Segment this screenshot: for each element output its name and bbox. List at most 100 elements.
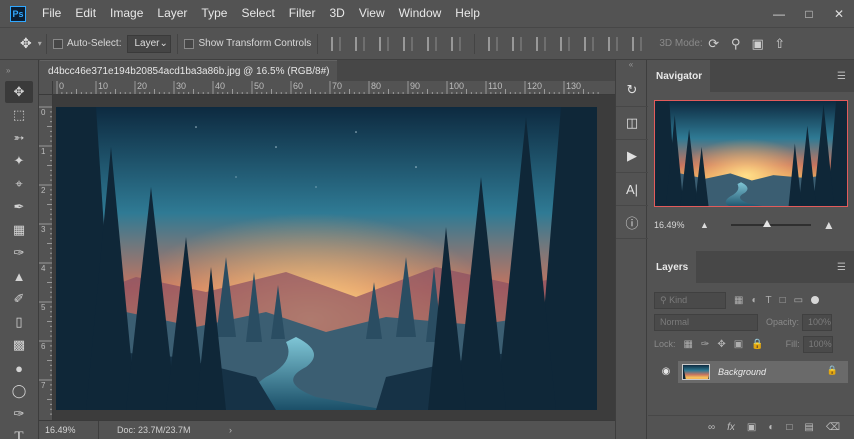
search-icon[interactable]: ⚲ xyxy=(725,36,747,52)
delete-layer-icon[interactable]: ⌫ xyxy=(826,422,840,433)
panel-menu-icon[interactable]: ☰ xyxy=(837,71,846,82)
auto-align-icon[interactable] xyxy=(632,36,643,51)
ruler-horizontal[interactable]: 0 10 20 30 40 50 60 70 80 90 100 110 120 130 xyxy=(53,81,615,95)
orbit-3d-icon[interactable]: ⟳ xyxy=(703,36,725,52)
filter-type-icon[interactable]: T xyxy=(766,295,772,306)
distribute-top-icon[interactable] xyxy=(488,36,499,51)
layer-kind-filter[interactable]: ⚲ Kind xyxy=(654,291,726,309)
actions-panel-icon[interactable]: ▶ xyxy=(616,140,648,173)
navigator-zoom-slider[interactable] xyxy=(730,220,811,227)
menu-help[interactable]: Help xyxy=(448,0,487,27)
layer-name[interactable]: Background xyxy=(718,367,766,377)
minimize-button[interactable]: — xyxy=(764,7,794,21)
history-brush-icon[interactable]: ✐ xyxy=(5,288,33,310)
eyedropper-icon[interactable]: ✒ xyxy=(5,196,33,218)
character-panel-icon[interactable]: A| xyxy=(616,173,648,206)
lasso-icon[interactable]: ➳ xyxy=(5,127,33,149)
workspace-icon[interactable]: ▣ xyxy=(747,36,769,52)
link-layers-icon[interactable]: ∞ xyxy=(708,422,715,433)
eraser-icon[interactable]: ▯ xyxy=(5,311,33,333)
align-hcenter-icon[interactable] xyxy=(427,36,438,51)
menu-layer[interactable]: Layer xyxy=(150,0,194,27)
menu-view[interactable]: View xyxy=(352,0,392,27)
menu-type[interactable]: Type xyxy=(194,0,234,27)
menu-3d[interactable]: 3D xyxy=(322,0,351,27)
collapse-dock-icon[interactable]: « xyxy=(616,60,646,74)
move-icon[interactable]: ✥ xyxy=(5,81,33,103)
status-zoom[interactable]: 16.49% xyxy=(39,421,99,439)
menu-edit[interactable]: Edit xyxy=(68,0,103,27)
align-left-icon[interactable] xyxy=(403,36,414,51)
new-layer-icon[interactable]: ▤ xyxy=(804,422,813,433)
maximize-button[interactable]: □ xyxy=(794,7,824,21)
layer-lock-icon[interactable]: 🔒 xyxy=(827,365,838,376)
distribute-right-icon[interactable] xyxy=(608,36,619,51)
distribute-bottom-icon[interactable] xyxy=(536,36,547,51)
distribute-left-icon[interactable] xyxy=(560,36,571,51)
lock-all-icon[interactable]: 🔒 xyxy=(751,339,763,350)
align-right-icon[interactable] xyxy=(451,36,462,51)
align-bottom-icon[interactable] xyxy=(379,36,390,51)
layer-style-icon[interactable]: fx xyxy=(727,422,735,433)
adjustment-layer-icon[interactable]: ◐ xyxy=(768,422,774,433)
healing-brush-icon[interactable]: ▦ xyxy=(5,219,33,241)
add-mask-icon[interactable]: ▣ xyxy=(747,422,756,433)
opacity-input[interactable]: 100% xyxy=(802,313,833,331)
show-transform-checkbox[interactable] xyxy=(184,38,195,49)
share-icon[interactable]: ⇧ xyxy=(769,36,791,52)
menu-image[interactable]: Image xyxy=(103,0,150,27)
align-top-icon[interactable] xyxy=(331,36,342,51)
info-panel-icon[interactable]: ⓘ xyxy=(616,206,648,239)
crop-icon[interactable]: ⌖ xyxy=(5,173,33,195)
gradient-icon[interactable]: ▩ xyxy=(5,334,33,356)
filter-adjustment-icon[interactable]: ◐ xyxy=(751,295,757,306)
lock-transparent-icon[interactable]: ▦ xyxy=(684,339,693,350)
history-panel-icon[interactable]: ↻ xyxy=(616,74,648,107)
filter-smart-object-icon[interactable]: ▭ xyxy=(794,295,803,306)
tool-preset-picker[interactable]: ✥ ▾ xyxy=(0,35,42,52)
quick-selection-icon[interactable]: ✦ xyxy=(5,150,33,172)
zoom-in-icon[interactable]: ▲ xyxy=(823,218,835,232)
filter-toggle[interactable] xyxy=(811,296,820,304)
auto-select-checkbox[interactable] xyxy=(53,38,63,49)
lock-artboard-icon[interactable]: ▣ xyxy=(734,339,743,350)
menu-window[interactable]: Window xyxy=(392,0,449,27)
zoom-out-icon[interactable]: ▲ xyxy=(700,220,709,230)
layer-row[interactable]: ◉ Background 🔒 xyxy=(654,361,848,383)
ruler-origin[interactable] xyxy=(39,81,53,95)
ruler-vertical[interactable]: 0 1 2 3 4 5 6 7 xyxy=(39,95,53,420)
filter-pixel-icon[interactable]: ▦ xyxy=(734,295,743,306)
close-window-button[interactable]: ✕ xyxy=(824,7,854,21)
pen-icon[interactable]: ✑ xyxy=(5,403,33,425)
auto-select-dropdown[interactable]: Layer ⌄ xyxy=(127,34,172,53)
type-icon[interactable]: T xyxy=(5,426,33,439)
align-vcenter-icon[interactable] xyxy=(355,36,366,51)
visibility-eye-icon[interactable]: ◉ xyxy=(654,361,678,383)
blend-mode-dropdown[interactable]: Normal xyxy=(654,313,758,331)
tab-navigator[interactable]: Navigator xyxy=(648,60,711,92)
new-group-icon[interactable]: □ xyxy=(786,422,792,433)
brush-icon[interactable]: ✑ xyxy=(5,242,33,264)
rectangular-marquee-icon[interactable]: ⬚ xyxy=(5,104,33,126)
tab-layers[interactable]: Layers xyxy=(648,251,697,283)
menu-select[interactable]: Select xyxy=(234,0,281,27)
status-menu-icon[interactable]: › xyxy=(229,425,232,435)
distribute-vcenter-icon[interactable] xyxy=(512,36,523,51)
filter-shape-icon[interactable]: □ xyxy=(780,295,786,306)
clone-stamp-icon[interactable]: ▲ xyxy=(5,265,33,287)
document-canvas[interactable] xyxy=(56,107,597,410)
properties-panel-icon[interactable]: ◫ xyxy=(616,107,648,140)
blur-icon[interactable]: ● xyxy=(5,357,33,379)
fill-input[interactable]: 100% xyxy=(802,335,833,353)
menu-file[interactable]: File xyxy=(35,0,68,27)
distribute-hcenter-icon[interactable] xyxy=(584,36,595,51)
lock-position-icon[interactable]: ✥ xyxy=(717,339,725,350)
menu-filter[interactable]: Filter xyxy=(282,0,323,27)
zoom-slider-thumb[interactable] xyxy=(762,220,771,227)
collapse-toolbar-icon[interactable]: » xyxy=(0,60,38,80)
lock-image-icon[interactable]: ✑ xyxy=(701,339,709,350)
navigator-zoom-value[interactable]: 16.49% xyxy=(654,220,700,230)
dodge-icon[interactable]: ◯ xyxy=(5,380,33,402)
navigator-preview[interactable] xyxy=(654,100,848,207)
document-tab[interactable]: d4bcc46e371e194b20854acd1ba3a86b.jpg @ 1… xyxy=(40,60,349,81)
